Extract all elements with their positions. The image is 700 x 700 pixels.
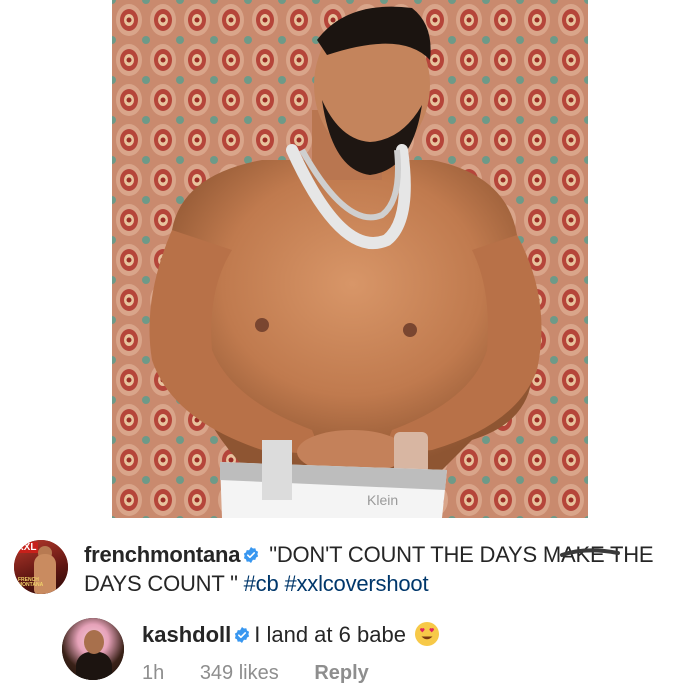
comment-body: I land at 6 babe [254,622,406,647]
comment-likes[interactable]: 349 likes [200,662,279,684]
frenchmontana-avatar[interactable]: XXL FRENCH MONTANA [14,540,68,594]
comment-time: 1h [142,662,165,684]
hashtag-cb[interactable]: #cb [244,571,279,596]
heart-eyes-emoji-icon [414,622,439,646]
svg-text:Klein: Klein [367,492,398,508]
comment-text: kashdoll I land at 6 babe [142,620,682,649]
hashtag-xxlcovershoot[interactable]: #xxlcovershoot [284,571,428,596]
pen-strike-mark [560,548,620,557]
post-photo-artwork: Klein [112,0,588,518]
comment-row: kashdoll I land at 6 babe 1h 349 likes Re… [0,610,700,700]
verified-badge-icon [244,547,259,563]
post-photo[interactable]: Klein [112,0,588,518]
verified-badge-icon [235,627,250,643]
comment-username[interactable]: kashdoll [142,622,231,647]
kashdoll-avatar[interactable] [62,618,124,680]
avatar-small-text: FRENCH MONTANA [18,577,44,588]
caption-username[interactable]: frenchmontana [84,542,241,567]
xxl-badge: XXL [15,542,39,553]
post-caption: XXL FRENCH MONTANA frenchmontana "DON'T … [0,528,700,600]
comment-meta: 1h 349 likes Reply [142,662,399,685]
reply-button[interactable]: Reply [314,662,368,684]
